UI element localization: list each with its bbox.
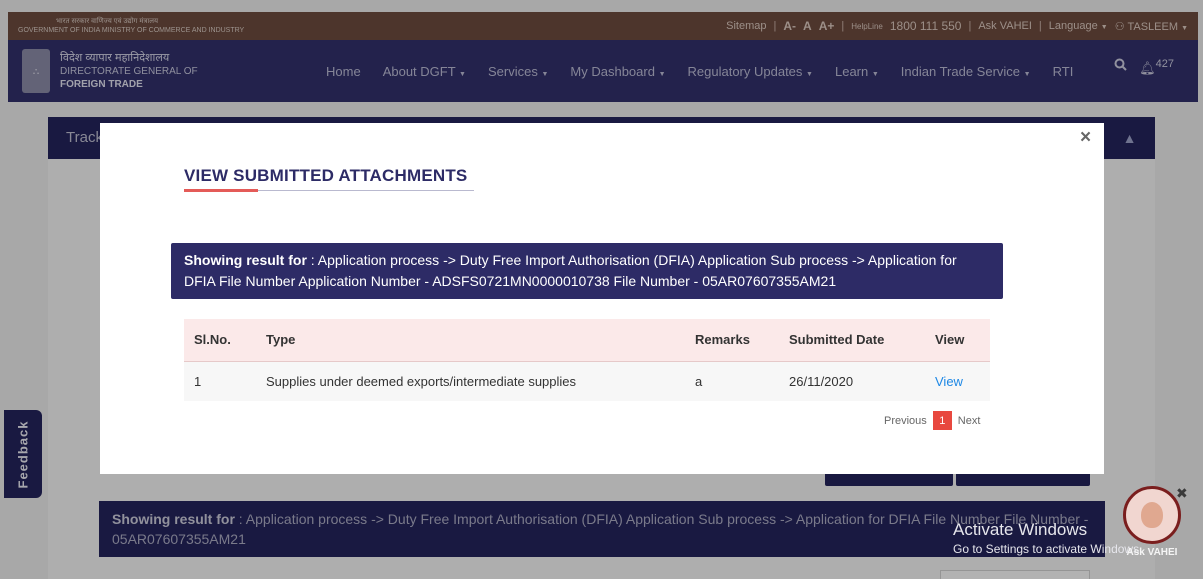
result-info-box: Showing result for : Application process…: [171, 243, 1003, 299]
attachments-table: Sl.No. Type Remarks Submitted Date View …: [184, 319, 990, 401]
vahei-chatbot[interactable]: Ask VAHEI: [1120, 486, 1184, 564]
cell-remarks: a: [685, 361, 779, 401]
column-header-type: Type: [256, 319, 685, 362]
column-header-view: View: [925, 319, 990, 362]
modal-title: VIEW SUBMITTED ATTACHMENTS: [184, 166, 468, 185]
attachments-modal: × VIEW SUBMITTED ATTACHMENTS Showing res…: [100, 123, 1104, 474]
previous-button[interactable]: Previous: [884, 415, 927, 427]
pagination: Previous 1 Next: [884, 411, 980, 430]
cell-type: Supplies under deemed exports/intermedia…: [256, 361, 685, 401]
next-button[interactable]: Next: [958, 415, 981, 427]
table-row: 1 Supplies under deemed exports/intermed…: [184, 361, 990, 401]
vahei-avatar: [1123, 486, 1181, 544]
activate-windows-watermark: Activate Windows Go to Settings to activ…: [953, 520, 1143, 556]
close-icon[interactable]: ×: [1080, 127, 1091, 149]
table-header-row: Sl.No. Type Remarks Submitted Date View: [184, 319, 990, 362]
view-link[interactable]: View: [935, 374, 963, 389]
title-underline: [184, 189, 258, 192]
column-header-remarks: Remarks: [685, 319, 779, 362]
column-header-slno: Sl.No.: [184, 319, 256, 362]
column-header-submitted-date: Submitted Date: [779, 319, 925, 362]
cell-date: 26/11/2020: [779, 361, 925, 401]
page-1-button[interactable]: 1: [932, 411, 952, 430]
close-icon[interactable]: ✖: [1176, 485, 1188, 502]
cell-slno: 1: [184, 361, 256, 401]
cell-view: View: [925, 361, 990, 401]
